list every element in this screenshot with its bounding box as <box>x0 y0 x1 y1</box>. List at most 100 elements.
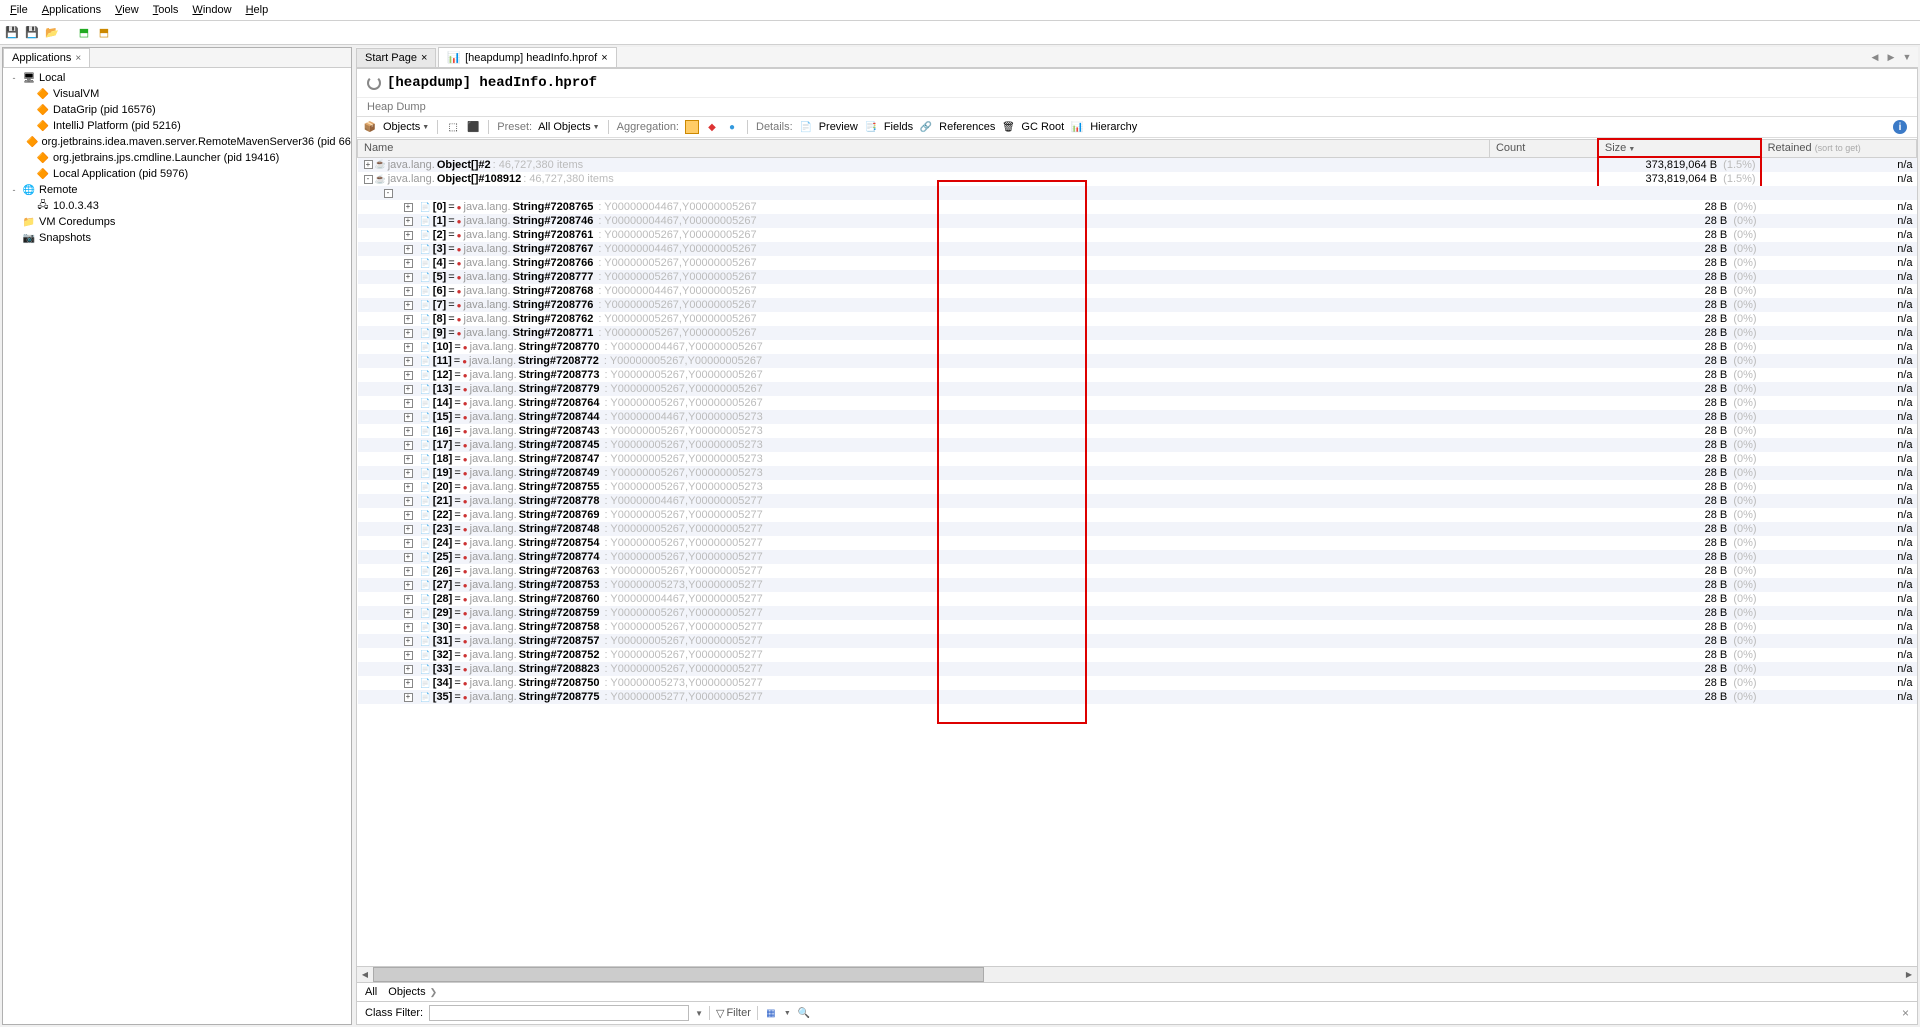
fields-button[interactable]: Fields <box>884 121 913 133</box>
tree-node[interactable]: 🔶org.jetbrains.jps.cmdline.Launcher (pid… <box>5 150 349 166</box>
table-row[interactable]: + 📄 [25] = ● java.lang.String#7208774 : … <box>358 550 1917 564</box>
table-row[interactable]: + ☕ java.lang.Object[]#2 : 46,727,380 it… <box>358 157 1917 172</box>
filter-opt2-icon[interactable]: 🔍 <box>797 1006 811 1020</box>
close-icon[interactable]: × <box>421 52 427 64</box>
nav-prev-icon[interactable]: ◀ <box>1868 50 1882 64</box>
close-icon[interactable]: × <box>601 52 607 64</box>
tree-node[interactable]: 📁VM Coredumps <box>5 214 349 230</box>
tree-node[interactable]: 🔶IntelliJ Platform (pid 5216) <box>5 118 349 134</box>
table-row[interactable]: + 📄 [0] = ● java.lang.String#7208765 : Y… <box>358 200 1917 214</box>
table-row[interactable]: + 📄 [11] = ● java.lang.String#7208772 : … <box>358 354 1917 368</box>
hierarchy-button[interactable]: Hierarchy <box>1090 121 1137 133</box>
save-icon[interactable]: 💾 <box>4 25 20 41</box>
filter-button[interactable]: ▽Filter <box>716 1007 751 1020</box>
horizontal-scrollbar[interactable]: ◀▶ <box>357 966 1917 982</box>
objects-dropdown[interactable]: Objects▼ <box>383 121 429 133</box>
table-row[interactable]: + 📄 [6] = ● java.lang.String#7208768 : Y… <box>358 284 1917 298</box>
col-name[interactable]: Name <box>358 139 1490 157</box>
table-row[interactable]: + 📄 [20] = ● java.lang.String#7208755 : … <box>358 480 1917 494</box>
tool2-icon[interactable]: ⬛ <box>466 120 480 134</box>
menu-file[interactable]: FFileile <box>4 2 34 18</box>
table-row[interactable]: + 📄 [33] = ● java.lang.String#7208823 : … <box>358 662 1917 676</box>
table-row[interactable]: + 📄 [32] = ● java.lang.String#7208752 : … <box>358 648 1917 662</box>
table-row[interactable]: + 📄 [31] = ● java.lang.String#7208757 : … <box>358 634 1917 648</box>
table-row[interactable]: - <box>358 186 1917 200</box>
plugin-icon[interactable]: ⬒ <box>76 25 92 41</box>
menu-help[interactable]: Help <box>240 2 275 18</box>
applications-tree[interactable]: -🖥Local🔶VisualVM🔶DataGrip (pid 16576)🔶In… <box>3 68 351 1024</box>
table-row[interactable]: - ☕ java.lang.Object[]#108912 : 46,727,3… <box>358 172 1917 186</box>
objects-table[interactable]: Name Count Size▼ Retained (sort to get) … <box>357 138 1917 966</box>
table-row[interactable]: + 📄 [30] = ● java.lang.String#7208758 : … <box>358 620 1917 634</box>
class-filter-input[interactable] <box>429 1005 689 1021</box>
tool1-icon[interactable]: ⬚ <box>446 120 460 134</box>
table-row[interactable]: + 📄 [4] = ● java.lang.String#7208766 : Y… <box>358 256 1917 270</box>
table-row[interactable]: + 📄 [10] = ● java.lang.String#7208770 : … <box>358 340 1917 354</box>
applications-tab[interactable]: Applications× <box>3 48 90 67</box>
table-row[interactable]: + 📄 [24] = ● java.lang.String#7208754 : … <box>358 536 1917 550</box>
col-size[interactable]: Size▼ <box>1598 139 1761 157</box>
tree-node[interactable]: -🖥Local <box>5 70 349 86</box>
table-row[interactable]: + 📄 [34] = ● java.lang.String#7208750 : … <box>358 676 1917 690</box>
tree-node[interactable]: 🔶VisualVM <box>5 86 349 102</box>
agg2-icon[interactable]: ◆ <box>705 120 719 134</box>
tab-heapdump[interactable]: 📊[heapdump] headInfo.hprof× <box>438 47 616 67</box>
tab-start-page[interactable]: Start Page× <box>356 48 436 67</box>
nav-dropdown-icon[interactable]: ▼ <box>1900 50 1914 64</box>
table-row[interactable]: + 📄 [17] = ● java.lang.String#7208745 : … <box>358 438 1917 452</box>
nav-next-icon[interactable]: ▶ <box>1884 50 1898 64</box>
references-button[interactable]: References <box>939 121 995 133</box>
menu-applications[interactable]: Applications <box>36 2 107 18</box>
table-row[interactable]: + 📄 [23] = ● java.lang.String#7208748 : … <box>358 522 1917 536</box>
table-row[interactable]: + 📄 [9] = ● java.lang.String#7208771 : Y… <box>358 326 1917 340</box>
table-row[interactable]: + 📄 [22] = ● java.lang.String#7208769 : … <box>358 508 1917 522</box>
table-row[interactable]: + 📄 [16] = ● java.lang.String#7208743 : … <box>358 424 1917 438</box>
close-icon[interactable]: × <box>75 53 81 64</box>
table-row[interactable]: + 📄 [3] = ● java.lang.String#7208767 : Y… <box>358 242 1917 256</box>
table-row[interactable]: + 📄 [1] = ● java.lang.String#7208746 : Y… <box>358 214 1917 228</box>
table-row[interactable]: + 📄 [2] = ● java.lang.String#7208761 : Y… <box>358 228 1917 242</box>
table-row[interactable]: + 📄 [26] = ● java.lang.String#7208763 : … <box>358 564 1917 578</box>
table-row[interactable]: + 📄 [8] = ● java.lang.String#7208762 : Y… <box>358 312 1917 326</box>
close-filter-icon[interactable]: × <box>1902 1006 1909 1020</box>
tree-node[interactable]: -🌐Remote <box>5 182 349 198</box>
tree-node[interactable]: 🖧10.0.3.43 <box>5 198 349 214</box>
col-retained[interactable]: Retained (sort to get) <box>1761 139 1917 157</box>
table-row[interactable]: + 📄 [14] = ● java.lang.String#7208764 : … <box>358 396 1917 410</box>
applications-panel: Applications× -🖥Local🔶VisualVM🔶DataGrip … <box>2 47 352 1025</box>
tree-node[interactable]: 📷Snapshots <box>5 230 349 246</box>
tree-node[interactable]: 🔶Local Application (pid 5976) <box>5 166 349 182</box>
agg3-icon[interactable]: ● <box>725 120 739 134</box>
breadcrumb-all[interactable]: All <box>365 986 377 998</box>
col-count[interactable]: Count <box>1489 139 1597 157</box>
filter-opt1-icon[interactable]: ▦ <box>764 1006 778 1020</box>
table-row[interactable]: + 📄 [27] = ● java.lang.String#7208753 : … <box>358 578 1917 592</box>
hierarchy-icon: 📊 <box>1070 120 1084 134</box>
breadcrumb-objects[interactable]: Objects <box>388 986 425 998</box>
tree-node[interactable]: 🔶DataGrip (pid 16576) <box>5 102 349 118</box>
info-icon[interactable]: i <box>1893 120 1907 134</box>
table-row[interactable]: + 📄 [35] = ● java.lang.String#7208775 : … <box>358 690 1917 704</box>
table-row[interactable]: + 📄 [21] = ● java.lang.String#7208778 : … <box>358 494 1917 508</box>
table-row[interactable]: + 📄 [12] = ● java.lang.String#7208773 : … <box>358 368 1917 382</box>
save-all-icon[interactable]: 💾 <box>24 25 40 41</box>
menu-view[interactable]: View <box>109 2 145 18</box>
table-row[interactable]: + 📄 [28] = ● java.lang.String#7208760 : … <box>358 592 1917 606</box>
editor-tabs: Start Page× 📊[heapdump] headInfo.hprof× … <box>356 47 1918 68</box>
menu-tools[interactable]: Tools <box>147 2 185 18</box>
menu-window[interactable]: Window <box>186 2 237 18</box>
tree-node[interactable]: 🔶org.jetbrains.idea.maven.server.RemoteM… <box>5 134 349 150</box>
preset-dropdown[interactable]: All Objects▼ <box>538 121 600 133</box>
plugin2-icon[interactable]: ⬒ <box>96 25 112 41</box>
table-row[interactable]: + 📄 [18] = ● java.lang.String#7208747 : … <box>358 452 1917 466</box>
table-row[interactable]: + 📄 [5] = ● java.lang.String#7208777 : Y… <box>358 270 1917 284</box>
table-row[interactable]: + 📄 [15] = ● java.lang.String#7208744 : … <box>358 410 1917 424</box>
table-row[interactable]: + 📄 [29] = ● java.lang.String#7208759 : … <box>358 606 1917 620</box>
table-row[interactable]: + 📄 [19] = ● java.lang.String#7208749 : … <box>358 466 1917 480</box>
folder-icon[interactable]: 📂 <box>44 25 60 41</box>
table-row[interactable]: + 📄 [7] = ● java.lang.String#7208776 : Y… <box>358 298 1917 312</box>
gcroot-button[interactable]: GC Root <box>1021 121 1064 133</box>
agg1-icon[interactable] <box>685 120 699 134</box>
table-row[interactable]: + 📄 [13] = ● java.lang.String#7208779 : … <box>358 382 1917 396</box>
preview-button[interactable]: Preview <box>819 121 858 133</box>
